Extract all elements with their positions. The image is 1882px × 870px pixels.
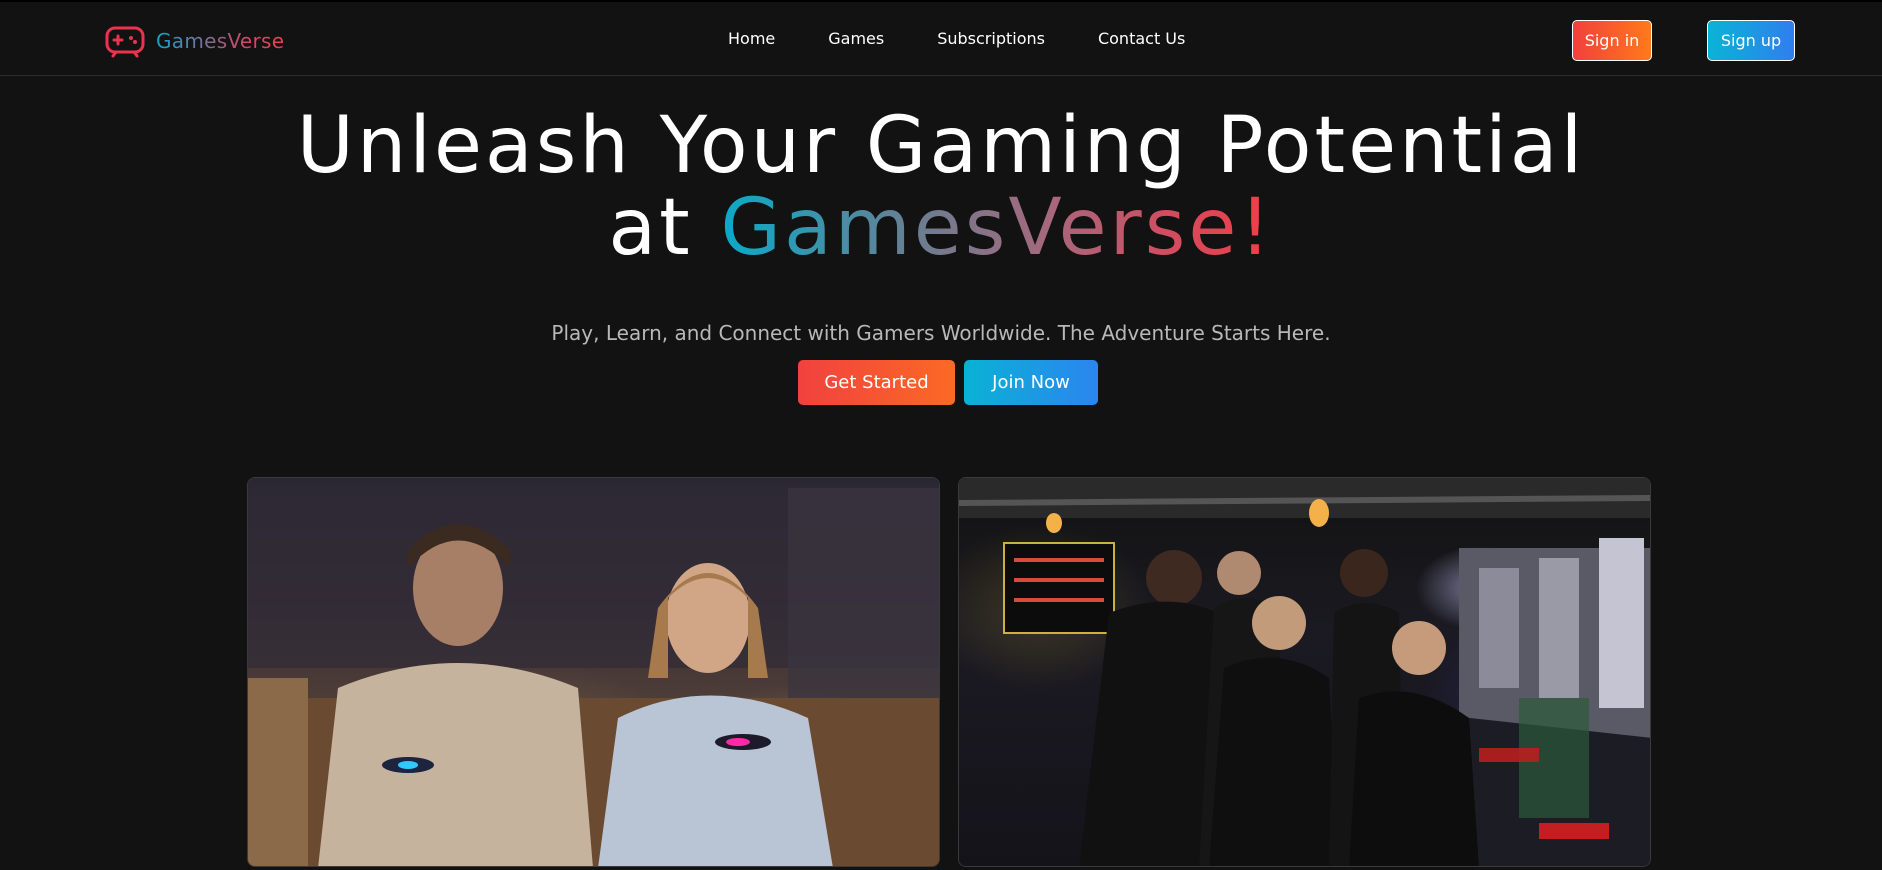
nav-link-contact-us[interactable]: Contact Us: [1098, 29, 1185, 48]
brand-logo[interactable]: GamesVerse: [104, 24, 284, 58]
nav-link-games[interactable]: Games: [828, 29, 884, 48]
gamepad-icon: [105, 26, 145, 58]
get-started-button[interactable]: Get Started: [798, 360, 955, 405]
join-now-button[interactable]: Join Now: [964, 360, 1098, 405]
sign-in-button[interactable]: Sign in: [1572, 20, 1652, 61]
hero-title-brand: GamesVerse!: [720, 183, 1274, 273]
brand-name: GamesVerse: [156, 29, 285, 53]
couple-gaming-card: [247, 477, 940, 867]
hero-title-at: at: [608, 183, 693, 273]
couple-gaming-photo: [248, 478, 939, 866]
navbar: GamesVerse Home Games Subscriptions Cont…: [0, 0, 1882, 76]
hero-subtitle: Play, Learn, and Connect with Gamers Wor…: [551, 321, 1331, 345]
esports-team-photo: [959, 478, 1650, 866]
esports-team-card: [958, 477, 1651, 867]
hero-title: Unleash Your Gaming Potential at GamesVe…: [0, 105, 1882, 269]
nav-link-home[interactable]: Home: [728, 29, 775, 48]
cta-buttons: Get Started Join Now: [798, 360, 1098, 405]
hero-title-line1: Unleash Your Gaming Potential: [296, 101, 1586, 191]
main-nav: Home Games Subscriptions Contact Us: [728, 29, 1185, 48]
sign-up-button[interactable]: Sign up: [1707, 20, 1795, 61]
nav-link-subscriptions[interactable]: Subscriptions: [937, 29, 1045, 48]
couple-gaming-illustration: [248, 488, 939, 866]
esports-team-illustration: [959, 478, 1650, 866]
